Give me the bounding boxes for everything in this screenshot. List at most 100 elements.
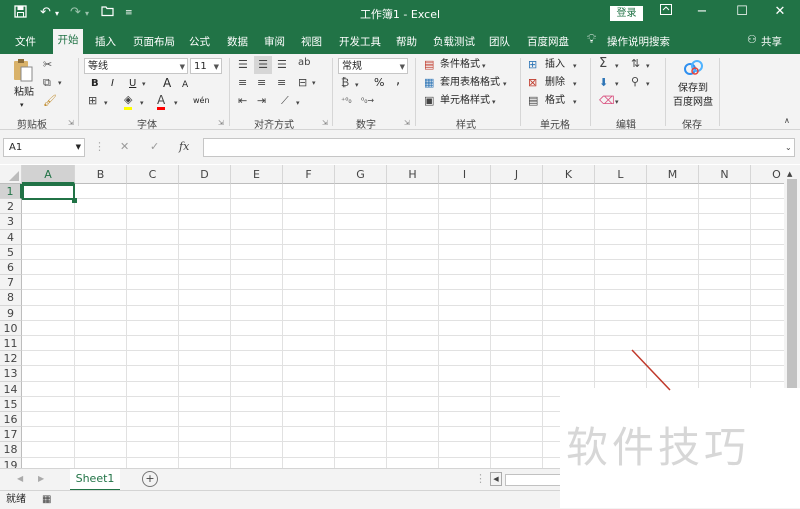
tab-baidu-netdisk[interactable]: 百度网盘 — [527, 34, 569, 49]
number-launcher-icon[interactable]: ⇲ — [404, 119, 410, 127]
autosum-dropdown-icon[interactable]: ▾ — [615, 59, 619, 73]
fill-color-icon[interactable]: ◈ — [124, 93, 133, 110]
tab-help[interactable]: 帮助 — [396, 34, 417, 49]
column-header-i[interactable]: I — [439, 165, 491, 184]
row-header-17[interactable]: 17 — [0, 427, 22, 443]
collapse-ribbon-icon[interactable]: ∧ — [784, 114, 790, 128]
format-cells-button[interactable]: 格式 — [545, 94, 565, 108]
tab-view[interactable]: 视图 — [301, 34, 322, 49]
align-right-icon[interactable]: ≡ — [277, 76, 286, 90]
column-header-b[interactable]: B — [75, 165, 127, 184]
font-name-select[interactable]: 等线 ▼ — [84, 58, 188, 74]
column-header-c[interactable]: C — [127, 165, 179, 184]
orientation-dropdown-icon[interactable]: ▾ — [296, 96, 300, 110]
align-top-icon[interactable]: ☰ — [238, 58, 248, 72]
clipboard-launcher-icon[interactable]: ⇲ — [68, 119, 74, 127]
row-header-12[interactable]: 12 — [0, 351, 22, 367]
conditional-format-button[interactable]: 条件格式 — [440, 58, 480, 72]
currency-icon[interactable]: ₿ — [341, 76, 349, 90]
tab-developer[interactable]: 开发工具 — [339, 34, 381, 49]
grow-font-button[interactable]: A — [163, 76, 171, 90]
merge-dropdown-icon[interactable]: ▾ — [312, 76, 316, 90]
borders-icon[interactable]: ⊞ — [88, 94, 97, 108]
select-all-corner[interactable] — [0, 165, 22, 184]
column-header-e[interactable]: E — [231, 165, 283, 184]
format-painter-icon[interactable]: 🖌︎ — [43, 94, 57, 108]
row-header-11[interactable]: 11 — [0, 336, 22, 352]
row-header-8[interactable]: 8 — [0, 290, 22, 306]
enter-entry-icon[interactable]: ✓ — [150, 140, 159, 154]
bold-button[interactable]: B — [91, 77, 99, 91]
column-header-o[interactable]: O — [751, 165, 784, 184]
fill-icon[interactable]: ⬇ — [599, 76, 608, 90]
italic-button[interactable]: I — [111, 77, 114, 91]
chevron-down-icon[interactable]: ▾ — [573, 95, 577, 109]
wrap-text-icon[interactable]: ab — [298, 56, 310, 70]
tab-page-layout[interactable]: 页面布局 — [133, 34, 175, 49]
ribbon-display-options-icon[interactable] — [656, 4, 676, 19]
increase-decimal-icon[interactable]: ⁺⁰₀ — [341, 94, 352, 108]
underline-button[interactable]: U — [129, 77, 136, 91]
currency-dropdown-icon[interactable]: ▾ — [355, 78, 359, 92]
tab-team[interactable]: 团队 — [489, 34, 510, 49]
column-header-l[interactable]: L — [595, 165, 647, 184]
clear-dropdown-icon[interactable]: ▾ — [615, 95, 619, 109]
decrease-decimal-icon[interactable]: ⁰₀→ — [361, 94, 374, 108]
save-to-netdisk-line2[interactable]: 百度网盘 — [673, 96, 713, 110]
row-header-4[interactable]: 4 — [0, 229, 22, 245]
fill-dropdown-icon[interactable]: ▾ — [615, 77, 619, 91]
column-header-a[interactable]: A — [22, 165, 75, 184]
percent-button[interactable]: % — [374, 76, 384, 90]
tell-me-search[interactable]: 操作说明搜索 — [607, 34, 670, 49]
paste-dropdown-icon[interactable]: ▾ — [20, 98, 24, 112]
align-middle-icon[interactable]: ☰ — [254, 56, 272, 74]
horizontal-scroll-thumb[interactable] — [505, 474, 562, 486]
align-bottom-icon[interactable]: ☰ — [277, 58, 287, 72]
cancel-entry-icon[interactable]: ✕ — [120, 140, 129, 154]
vertical-scroll-thumb[interactable] — [787, 179, 797, 389]
decrease-indent-icon[interactable]: ⇤ — [238, 94, 247, 108]
row-header-18[interactable]: 18 — [0, 442, 22, 458]
row-header-10[interactable]: 10 — [0, 320, 22, 336]
paste-label[interactable]: 粘贴 — [14, 86, 34, 100]
scroll-sheets-left-icon[interactable]: ◀ — [17, 472, 23, 486]
tab-data[interactable]: 数据 — [227, 34, 248, 49]
column-header-g[interactable]: G — [335, 165, 387, 184]
row-header-13[interactable]: 13 — [0, 366, 22, 382]
scroll-left-icon[interactable]: ◀ — [490, 472, 502, 486]
shrink-font-button[interactable]: A — [182, 78, 188, 92]
add-sheet-button[interactable]: + — [142, 471, 158, 487]
tab-insert[interactable]: 插入 — [95, 34, 116, 49]
copy-dropdown-icon[interactable]: ▾ — [58, 76, 62, 90]
chevron-down-icon[interactable]: ▾ — [573, 77, 577, 91]
sort-filter-icon[interactable]: ⇅ — [631, 57, 640, 71]
row-header-1[interactable]: 1 — [0, 184, 22, 200]
tab-load-test[interactable]: 负载测试 — [433, 34, 475, 49]
tab-review[interactable]: 审阅 — [264, 34, 285, 49]
close-icon[interactable]: ✕ — [770, 4, 790, 19]
column-header-h[interactable]: H — [387, 165, 439, 184]
fill-handle[interactable] — [72, 198, 77, 203]
tab-formulas[interactable]: 公式 — [189, 34, 210, 49]
align-center-icon[interactable]: ≡ — [257, 76, 266, 90]
phonetic-guide-button[interactable]: wén — [193, 94, 210, 108]
save-to-netdisk-line1[interactable]: 保存到 — [678, 82, 708, 96]
comma-button[interactable]: , — [396, 74, 400, 88]
row-header-6[interactable]: 6 — [0, 260, 22, 276]
paste-icon[interactable] — [12, 58, 34, 84]
chevron-down-icon[interactable]: ▾ — [573, 59, 577, 73]
align-left-icon[interactable]: ≡ — [238, 76, 247, 90]
column-header-j[interactable]: J — [491, 165, 543, 184]
sheet-tab-sheet1[interactable]: Sheet1 — [70, 469, 120, 491]
chevron-down-icon[interactable]: ▾ — [482, 59, 486, 73]
font-size-select[interactable]: 11 ▼ — [190, 58, 222, 74]
row-header-16[interactable]: 16 — [0, 412, 22, 428]
column-header-d[interactable]: D — [179, 165, 231, 184]
scroll-sheets-right-icon[interactable]: ▶ — [38, 472, 44, 486]
row-header-15[interactable]: 15 — [0, 396, 22, 412]
merge-center-icon[interactable]: ⊟ — [298, 76, 307, 90]
login-button[interactable]: 登录 — [610, 6, 643, 21]
number-format-select[interactable]: 常规 ▼ — [338, 58, 408, 74]
orientation-icon[interactable]: ⟋ — [281, 94, 289, 108]
column-header-m[interactable]: M — [647, 165, 699, 184]
